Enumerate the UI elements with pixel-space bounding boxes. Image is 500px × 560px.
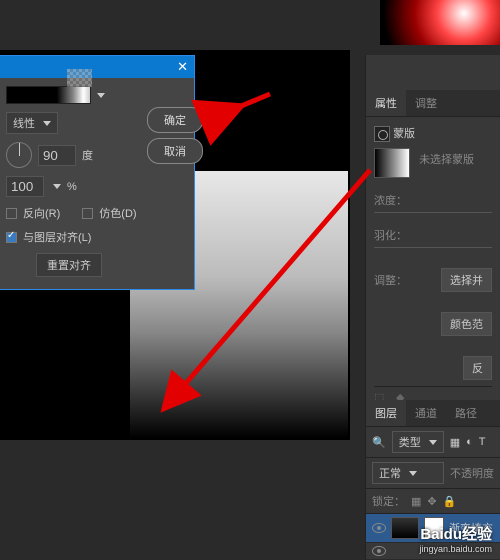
feather-label: 羽化：	[374, 227, 492, 243]
mask-thumbnail[interactable]	[374, 148, 410, 178]
filter-adjust-icon[interactable]: ◐	[466, 436, 473, 448]
lock-all-icon[interactable]: 🔒	[443, 495, 457, 508]
reset-align-button[interactable]: 重置对齐	[36, 253, 102, 277]
cancel-button[interactable]: 取消	[147, 138, 203, 164]
watermark-url: jingyan.baidu.com	[419, 544, 492, 554]
adjust-label: 调整：	[374, 272, 407, 288]
color-swatch-preview	[380, 0, 500, 45]
tab-channels[interactable]: 通道	[406, 400, 446, 426]
opacity-label: 不透明度	[450, 465, 494, 481]
dither-label: 仿色(D)	[99, 205, 136, 221]
dialog-titlebar: ✕	[0, 56, 194, 78]
filter-kind-select[interactable]: 类型	[392, 431, 444, 453]
lock-position-icon[interactable]: ✥	[427, 495, 436, 508]
chevron-down-icon[interactable]	[53, 184, 61, 189]
density-label: 浓度：	[374, 192, 492, 208]
ok-button[interactable]: 确定	[147, 107, 203, 133]
scale-unit-label: %	[67, 181, 77, 193]
visibility-icon[interactable]	[372, 523, 386, 533]
properties-tabs: 属性 调整	[366, 90, 500, 117]
visibility-icon[interactable]	[372, 546, 386, 556]
close-icon[interactable]: ✕	[177, 59, 188, 75]
mask-label: 蒙版	[393, 128, 415, 140]
reverse-label: 反向(R)	[23, 205, 60, 221]
angle-unit-label: 度	[82, 147, 93, 163]
tab-layers[interactable]: 图层	[366, 400, 406, 426]
invert-button[interactable]: 反	[463, 356, 492, 380]
chevron-down-icon	[409, 471, 417, 476]
dither-checkbox[interactable]	[82, 208, 93, 219]
chevron-down-icon[interactable]	[97, 93, 105, 98]
align-checkbox[interactable]	[6, 232, 17, 243]
mask-status: 未选择蒙版	[419, 154, 474, 166]
angle-dial[interactable]	[6, 142, 32, 168]
chevron-down-icon	[43, 121, 51, 126]
lock-label: 锁定：	[372, 493, 405, 509]
tab-adjustments[interactable]: 调整	[406, 90, 446, 116]
chevron-down-icon	[429, 440, 437, 445]
blend-mode-select[interactable]: 正常	[372, 462, 444, 484]
angle-input[interactable]	[38, 145, 76, 166]
select-mask-button[interactable]: 选择并	[441, 268, 492, 292]
scale-input[interactable]	[6, 176, 44, 197]
gradient-preview-swatch[interactable]	[6, 86, 91, 104]
watermark-logo: Baidu经验	[419, 523, 492, 544]
reverse-checkbox[interactable]	[6, 208, 17, 219]
filter-type-icon[interactable]: T	[479, 436, 486, 448]
mask-icon	[374, 126, 390, 142]
gradient-fill-dialog: ✕ 线性 度 % 反向(R) 仿色(D)	[0, 55, 195, 290]
watermark: Baidu经验 jingyan.baidu.com	[419, 523, 492, 554]
lock-pixels-icon[interactable]: ▦	[411, 495, 421, 508]
filter-pixel-icon[interactable]: ▦	[450, 436, 460, 449]
style-value: 线性	[13, 115, 35, 131]
filter-kind-icon[interactable]: 🔍	[372, 436, 386, 449]
align-label: 与图层对齐(L)	[23, 229, 91, 245]
right-panel: 属性 调整 蒙版 未选择蒙版 浓度： 羽化： 调整： 选择并 颜色范 反 ⬚ ◆…	[365, 55, 500, 560]
layer-thumbnail[interactable]	[391, 517, 419, 539]
color-range-button[interactable]: 颜色范	[441, 312, 492, 336]
tab-paths[interactable]: 路径	[446, 400, 486, 426]
style-select[interactable]: 线性	[6, 112, 58, 134]
tab-properties[interactable]: 属性	[366, 90, 406, 116]
